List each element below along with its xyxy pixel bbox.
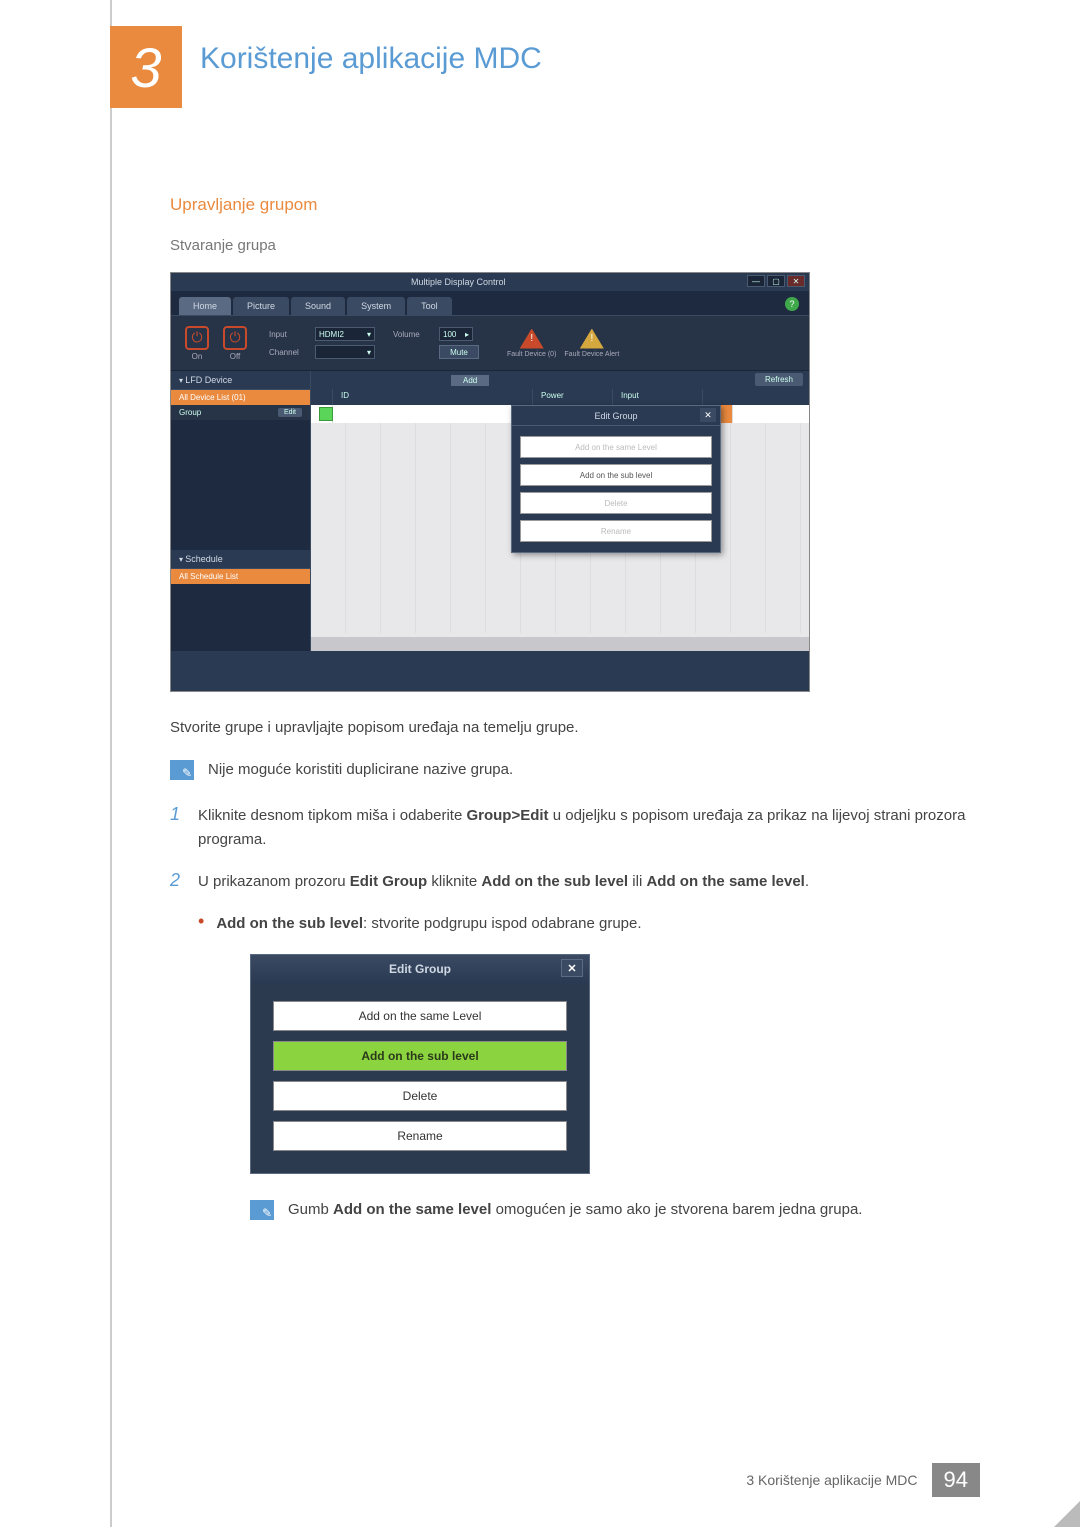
- maximize-button[interactable]: ▢: [767, 275, 785, 287]
- col-id: ID: [333, 389, 533, 405]
- screenshot-mdc-window: Multiple Display Control — ▢ ✕ Home Pict…: [170, 272, 810, 692]
- popup-title: Edit Group ✕: [251, 955, 589, 983]
- page-corner-icon: [1054, 1501, 1080, 1527]
- close-button[interactable]: ✕: [787, 275, 805, 287]
- mute-button[interactable]: Mute: [439, 345, 479, 359]
- step-1: 1 Kliknite desnom tipkom miša i odaberit…: [170, 804, 970, 852]
- step-text: Kliknite desnom tipkom miša i odaberite …: [198, 804, 970, 852]
- minimize-button[interactable]: —: [747, 275, 765, 287]
- main-tabs: Home Picture Sound System Tool ?: [171, 291, 809, 315]
- note-icon: [250, 1200, 274, 1220]
- sidebar-group-label: Group: [179, 408, 201, 417]
- tab-picture[interactable]: Picture: [233, 297, 289, 315]
- note: Nije moguće koristiti duplicirane nazive…: [170, 758, 970, 782]
- refresh-button[interactable]: Refresh: [755, 373, 803, 386]
- rename-button[interactable]: Rename: [273, 1121, 567, 1151]
- add-same-level-button[interactable]: Add on the same Level: [520, 436, 712, 458]
- note-text: Nije moguće koristiti duplicirane nazive…: [208, 758, 513, 782]
- alert-icon: !: [580, 329, 604, 349]
- bullet-text: Add on the sub level: stvorite podgrupu …: [216, 912, 641, 936]
- popup-close-button[interactable]: ✕: [561, 959, 583, 977]
- sidebar: LFD Device All Device List (01) Group Ed…: [171, 371, 311, 651]
- popup-close-button[interactable]: ✕: [700, 408, 716, 422]
- main-panel: Add Refresh ID Power Input HDMI2 2: [311, 371, 809, 651]
- fault-alert[interactable]: !Fault Device Alert: [564, 329, 619, 358]
- toolbar: ⏻On ⏻Off Input HDMI2▾ Channel ▾ Volume 100▸…: [171, 315, 809, 371]
- window-titlebar: Multiple Display Control — ▢ ✕: [171, 273, 809, 291]
- paragraph: Stvorite grupe i upravljajte popisom ure…: [170, 716, 970, 740]
- add-sub-level-button[interactable]: Add on the sub level: [273, 1041, 567, 1071]
- footer-text: 3 Korištenje aplikacije MDC: [732, 1466, 931, 1494]
- tab-sound[interactable]: Sound: [291, 297, 345, 315]
- edit-group-popup: Edit Group ✕ Add on the same Level Add o…: [511, 405, 721, 553]
- table-header: ID Power Input: [311, 389, 809, 405]
- add-same-level-button[interactable]: Add on the same Level: [273, 1001, 567, 1031]
- channel-label: Channel: [269, 348, 311, 357]
- rename-button[interactable]: Rename: [520, 520, 712, 542]
- fault-device[interactable]: !Fault Device (0): [507, 329, 556, 358]
- sidebar-all-schedule-list[interactable]: All Schedule List: [171, 569, 310, 584]
- step-number: 1: [170, 804, 184, 852]
- delete-button[interactable]: Delete: [273, 1081, 567, 1111]
- step-2: 2 U prikazanom prozoru Edit Group klikni…: [170, 870, 970, 894]
- chapter-title: Korištenje aplikacije MDC: [200, 42, 542, 76]
- help-icon[interactable]: ?: [785, 297, 799, 311]
- note-text: Gumb Add on the same level omogućen je s…: [288, 1198, 862, 1222]
- chapter-badge: 3: [110, 26, 182, 108]
- power-on-button[interactable]: ⏻On: [181, 326, 213, 361]
- step-number: 2: [170, 870, 184, 894]
- left-rule: [110, 0, 112, 1527]
- edit-group-popup-large: Edit Group ✕ Add on the same Level Add o…: [250, 954, 590, 1174]
- page: 3 Korištenje aplikacije MDC Upravljanje …: [0, 0, 1080, 1527]
- add-button[interactable]: Add: [451, 375, 489, 386]
- sidebar-edit-button[interactable]: Edit: [278, 408, 302, 417]
- window-title: Multiple Display Control: [411, 277, 506, 287]
- sidebar-group-row: Group Edit: [171, 405, 310, 420]
- checkbox-icon[interactable]: [319, 407, 333, 421]
- footer: 3 Korištenje aplikacije MDC 94: [732, 1463, 980, 1497]
- tab-system[interactable]: System: [347, 297, 405, 315]
- sidebar-lfd-device[interactable]: LFD Device: [171, 371, 310, 390]
- warning-icon: !: [520, 329, 544, 349]
- add-sub-level-button[interactable]: Add on the sub level: [520, 464, 712, 486]
- horizontal-scrollbar[interactable]: [311, 637, 809, 651]
- content: Upravljanje grupom Stvaranje grupa Multi…: [170, 195, 970, 1244]
- power-off-button[interactable]: ⏻Off: [219, 326, 251, 361]
- delete-button[interactable]: Delete: [520, 492, 712, 514]
- volume-value[interactable]: 100▸: [439, 327, 473, 341]
- subsection-heading: Stvaranje grupa: [170, 237, 970, 254]
- bullet-item: • Add on the sub level: stvorite podgrup…: [198, 912, 970, 936]
- volume-label: Volume: [393, 330, 435, 339]
- col-power: Power: [533, 389, 613, 405]
- page-number: 94: [932, 1463, 980, 1497]
- channel-select[interactable]: ▾: [315, 345, 375, 359]
- tab-tool[interactable]: Tool: [407, 297, 452, 315]
- edit-group-title: Edit Group ✕: [512, 406, 720, 426]
- sidebar-schedule[interactable]: Schedule: [171, 550, 310, 569]
- tab-home[interactable]: Home: [179, 297, 231, 315]
- note: Gumb Add on the same level omogućen je s…: [250, 1198, 970, 1222]
- step-text: U prikazanom prozoru Edit Group kliknite…: [198, 870, 970, 894]
- sidebar-all-device-list[interactable]: All Device List (01): [171, 390, 310, 405]
- section-heading: Upravljanje grupom: [170, 195, 970, 215]
- col-input: Input: [613, 389, 703, 405]
- input-select[interactable]: HDMI2▾: [315, 327, 375, 341]
- bullet-icon: •: [198, 912, 204, 936]
- input-label: Input: [269, 330, 311, 339]
- note-icon: [170, 760, 194, 780]
